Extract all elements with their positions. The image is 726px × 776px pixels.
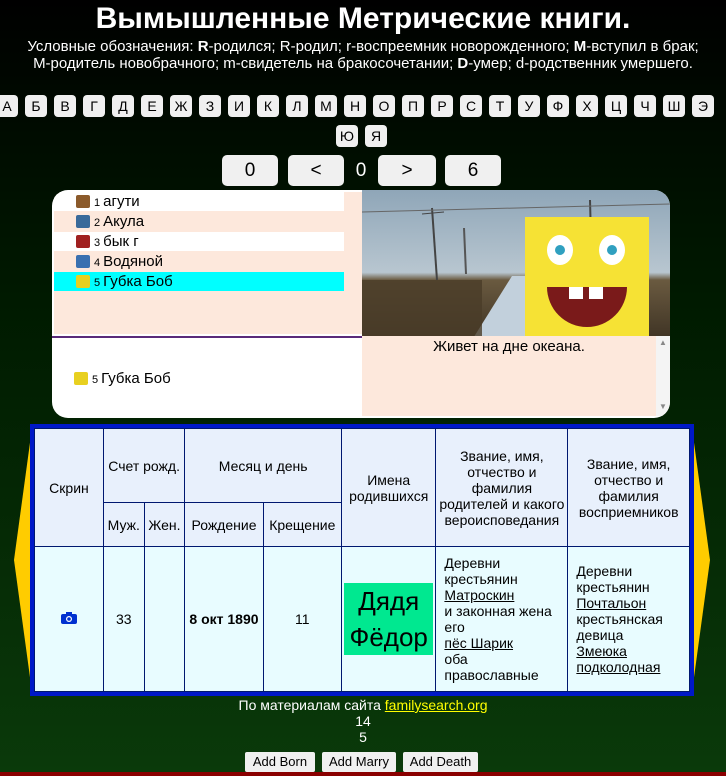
footer: По материалам сайта familysearch.org 14 … — [0, 697, 726, 745]
male-count: 33 — [102, 546, 145, 692]
screen-cell — [34, 546, 104, 692]
letter-button-19[interactable]: Ф — [547, 95, 569, 117]
letter-button-25[interactable]: Ю — [336, 125, 358, 147]
first-page-button[interactable]: 0 — [222, 155, 278, 186]
add-born-button[interactable]: Add Born — [245, 752, 315, 772]
header-parents: Звание, имя, отчество и фамилия родителе… — [435, 428, 569, 547]
header-female: Жен. — [143, 502, 186, 547]
letter-button-2[interactable]: В — [54, 95, 76, 117]
female-count — [143, 546, 186, 692]
next-page-button[interactable]: > — [378, 155, 436, 186]
header-birth: Рождение — [184, 502, 264, 547]
letter-button-3[interactable]: Г — [83, 95, 105, 117]
letter-button-8[interactable]: И — [228, 95, 250, 117]
character-description: Живет на дне океана. — [433, 338, 585, 355]
last-page-button[interactable]: 6 — [445, 155, 501, 186]
letter-button-12[interactable]: Н — [344, 95, 366, 117]
header-birth-count: Счет рожд. — [102, 428, 186, 503]
camera-icon[interactable] — [60, 612, 77, 624]
water-spirit-icon — [76, 255, 90, 268]
letter-button-1[interactable]: Б — [25, 95, 47, 117]
letter-button-9[interactable]: К — [257, 95, 279, 117]
birth-date: 8 окт 1890 — [184, 546, 264, 692]
letter-button-13[interactable]: О — [373, 95, 395, 117]
familysearch-link[interactable]: familysearch.org — [385, 697, 488, 713]
list-item[interactable]: 3 бык г — [54, 232, 344, 251]
letter-button-22[interactable]: Ч — [634, 95, 656, 117]
godfather-link[interactable]: Почтальон — [576, 595, 646, 611]
header-male: Муж. — [102, 502, 145, 547]
alphabet-bar: АБВГДЕЖЗИКЛМНОПРСТУФХЦЧШЭ ЮЯ — [0, 95, 726, 155]
list-item[interactable]: 2 Акула — [54, 212, 344, 231]
letter-button-21[interactable]: Ц — [605, 95, 627, 117]
list-item[interactable]: 1 агути — [54, 192, 344, 211]
baptism-day: 11 — [262, 546, 343, 692]
header-names: Имена родившихся — [341, 428, 437, 547]
spongebob-icon — [76, 275, 90, 288]
letter-button-5[interactable]: Е — [141, 95, 163, 117]
header-godparents: Звание, имя, отчество и фамилия восприем… — [567, 428, 690, 547]
letter-button-26[interactable]: Я — [365, 125, 387, 147]
letter-button-14[interactable]: П — [402, 95, 424, 117]
letter-button-18[interactable]: У — [518, 95, 540, 117]
character-list[interactable]: 1 агути 2 Акула 3 бык г 4 Водяной 5 Губка Боб — [54, 192, 399, 334]
father-link[interactable]: Матроскин — [444, 587, 514, 603]
current-page-number: 0 — [355, 160, 367, 181]
header-baptism: Крещение — [262, 502, 343, 547]
godmother-link[interactable]: Змеюка подколодная — [576, 643, 660, 675]
letter-button-11[interactable]: М — [315, 95, 337, 117]
letter-button-17[interactable]: Т — [489, 95, 511, 117]
name-cell: Дядя Фёдор — [341, 546, 437, 692]
character-photo — [362, 190, 670, 340]
bottom-bar — [0, 772, 726, 776]
letter-button-20[interactable]: Х — [576, 95, 598, 117]
letter-button-6[interactable]: Ж — [170, 95, 192, 117]
mother-link[interactable]: пёс Шарик — [444, 635, 513, 651]
list-item[interactable]: 5 Губка Боб — [54, 272, 344, 291]
right-arrow-icon[interactable] — [692, 428, 710, 692]
list-divider — [52, 336, 362, 338]
legend-text: Условные обозначения: R-родился; R-родил… — [27, 38, 699, 72]
letter-button-4[interactable]: Д — [112, 95, 134, 117]
list-item[interactable]: 4 Водяной — [54, 252, 344, 271]
register-table-frame: Скрин Счет рожд. Месяц и день Имена роди… — [30, 424, 694, 696]
selected-character: 5 Губка Боб — [74, 370, 171, 387]
spongebob-icon — [74, 372, 88, 385]
add-death-button[interactable]: Add Death — [403, 752, 478, 772]
character-panel: 1агути2Акула3бык г4Водяной5Губка Боб ▲ ▼… — [52, 190, 670, 418]
letter-button-15[interactable]: Р — [431, 95, 453, 117]
register-table: Скрин Счет рожд. Месяц и день Имена роди… — [34, 428, 690, 692]
godparents-cell: Деревни крестьянин Почтальон крестьянска… — [567, 546, 690, 692]
bull-icon — [76, 235, 90, 248]
letter-button-10[interactable]: Л — [286, 95, 308, 117]
table-row: 33 8 окт 1890 11 Дядя Фёдор Деревни крес… — [34, 546, 690, 692]
spongebob-face — [525, 217, 649, 339]
page-title: Вымышленные Метрические книги. — [95, 2, 631, 35]
letter-button-0[interactable]: А — [0, 95, 18, 117]
count-5: 5 — [359, 729, 367, 745]
scroll-up-icon[interactable]: ▲ — [659, 338, 667, 347]
agouti-icon — [76, 195, 90, 208]
prev-page-button[interactable]: < — [288, 155, 344, 186]
scroll-down-icon[interactable]: ▼ — [659, 402, 667, 411]
count-14: 14 — [355, 713, 371, 729]
letter-button-24[interactable]: Э — [692, 95, 714, 117]
letter-button-23[interactable]: Ш — [663, 95, 685, 117]
description-scrollbar[interactable]: ▲ ▼ — [656, 336, 670, 416]
header-month-day: Месяц и день — [184, 428, 343, 503]
parents-cell: Деревни крестьянин Матроскин и законная … — [435, 546, 569, 692]
child-name[interactable]: Дядя Фёдор — [344, 583, 434, 655]
shark-icon — [76, 215, 90, 228]
header-screen: Скрин — [34, 428, 104, 547]
letter-button-16[interactable]: С — [460, 95, 482, 117]
letter-button-7[interactable]: З — [199, 95, 221, 117]
add-marry-button[interactable]: Add Marry — [322, 752, 396, 772]
